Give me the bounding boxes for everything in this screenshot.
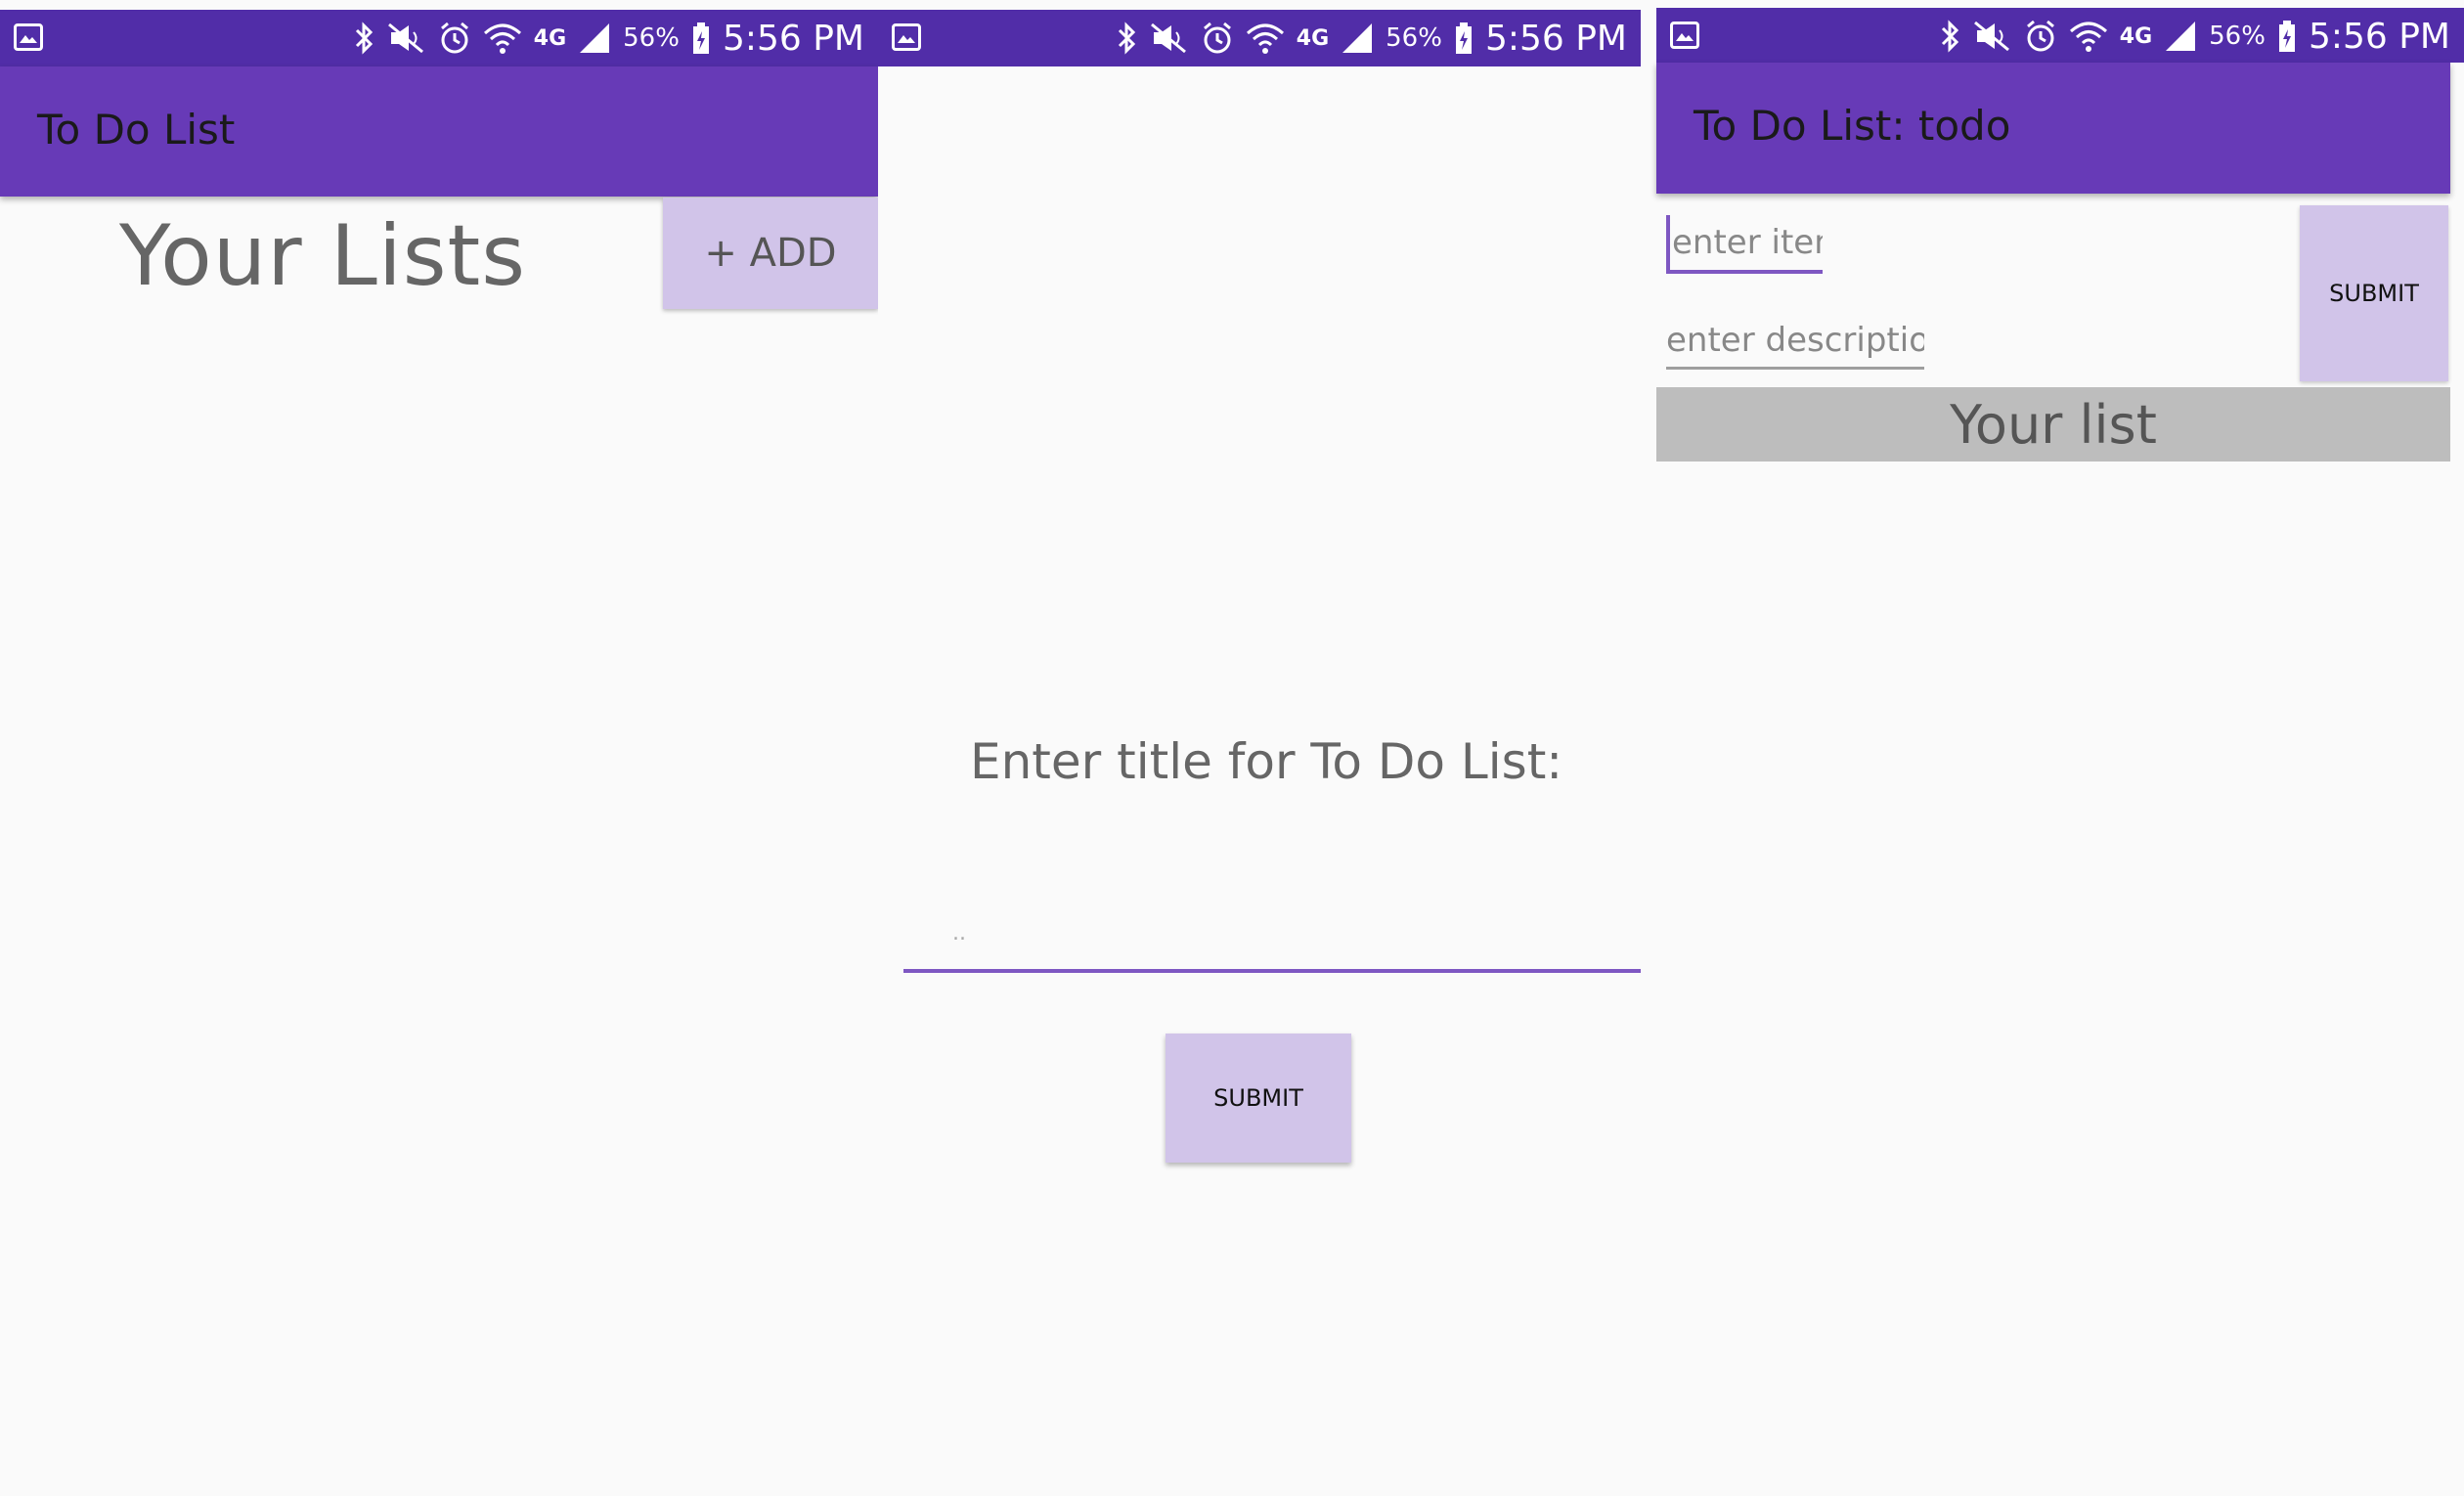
clock: 5:56 PM [1484, 18, 1627, 59]
signal-icon [2166, 22, 2196, 51]
screen-your-lists: 4G 56% 5:56 PM To Do List Your Lists + A… [0, 0, 878, 1496]
4g-icon: 4G [533, 25, 567, 51]
alarm-icon [440, 22, 468, 54]
description-input[interactable] [1666, 313, 1924, 370]
battery-icon [692, 22, 709, 54]
your-list-header: Your list [1656, 387, 2450, 462]
4g-icon: 4G [2119, 23, 2153, 49]
signal-icon [580, 23, 610, 53]
status-icons: 4G 56% 5:56 PM [1940, 8, 2450, 65]
mute-icon [1150, 22, 1186, 54]
your-lists-heading: Your Lists [119, 207, 527, 305]
signal-icon [1342, 23, 1373, 53]
status-icons: 4G 56% 5:56 PM [354, 10, 864, 66]
image-icon [1670, 22, 1699, 49]
status-bar: 4G 56% 5:56 PM [878, 10, 1641, 66]
mute-icon [1973, 21, 2009, 52]
screenshot-collage: 4G 56% 5:56 PM To Do List Your Lists + A… [0, 0, 2464, 1496]
item-input[interactable] [1666, 215, 1823, 274]
battery-icon [2278, 21, 2295, 52]
submit-title-button[interactable]: SUBMIT [1166, 1034, 1351, 1163]
mute-icon [387, 22, 423, 54]
submit-item-button[interactable]: SUBMIT [2300, 205, 2448, 381]
battery-icon [1455, 22, 1472, 54]
wifi-icon [483, 23, 521, 54]
app-title: To Do List: todo [1694, 102, 2011, 150]
image-icon [892, 23, 921, 51]
4g-icon: 4G [1296, 25, 1330, 51]
status-bar: 4G 56% 5:56 PM [1656, 8, 2464, 63]
status-icons: 4G 56% 5:56 PM [1117, 10, 1627, 66]
battery-percent: 56% [1386, 23, 1442, 53]
wifi-icon [2069, 22, 2107, 52]
wifi-icon [1246, 23, 1284, 54]
bluetooth-icon [1118, 22, 1135, 55]
alarm-icon [1203, 22, 1231, 54]
screen-new-list: 4G 56% 5:56 PM Enter title for To Do Lis… [878, 0, 1641, 1496]
add-list-button[interactable]: + ADD [663, 198, 878, 309]
status-bar: 4G 56% 5:56 PM [0, 10, 878, 66]
alarm-icon [2026, 20, 2054, 52]
app-title: To Do List [37, 106, 236, 154]
bluetooth-icon [355, 22, 373, 55]
clock: 5:56 PM [2308, 16, 2450, 57]
image-icon [14, 23, 43, 51]
screen-list-detail: 4G 56% 5:56 PM To Do List: todo SUBMIT Y… [1641, 0, 2464, 1496]
bluetooth-icon [1941, 20, 1958, 53]
list-title-input[interactable] [903, 885, 1641, 973]
battery-percent: 56% [623, 23, 680, 53]
title-prompt: Enter title for To Do List: [970, 733, 1563, 790]
clock: 5:56 PM [722, 18, 864, 59]
app-bar: To Do List: todo [1656, 63, 2450, 194]
app-bar: To Do List [0, 66, 878, 197]
battery-percent: 56% [2209, 22, 2266, 51]
